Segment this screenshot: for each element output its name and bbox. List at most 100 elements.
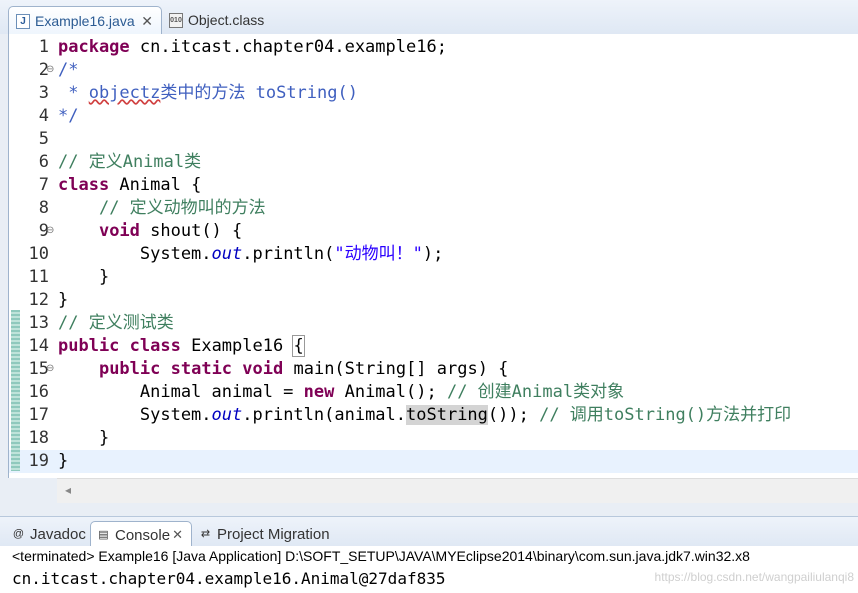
code-token: static (170, 359, 233, 379)
line-number: 1 (38, 37, 49, 57)
panel-tab-bar: @ Javadoc ▤ Console ✕ ⇄ Project Migratio… (0, 516, 858, 548)
code-token: package (58, 37, 130, 57)
code-line[interactable]: 3 * objectz类中的方法 toString() (9, 82, 858, 105)
code-text: public static void main(String[] args) { (58, 358, 508, 381)
fold-collapse-icon[interactable]: ⊖ (46, 64, 54, 75)
code-line[interactable]: 1 package cn.itcast.chapter04.example16; (9, 36, 858, 59)
code-token: { (292, 335, 305, 357)
tab-object-class[interactable]: 010 Object.class (162, 6, 302, 34)
tab-example16-java[interactable]: J Example16.java ✕ (8, 6, 162, 35)
code-text: // 定义Animal类 (58, 151, 201, 174)
code-token: Animal animal = (58, 382, 304, 402)
code-token: Animal { (109, 175, 202, 195)
code-token: */ (58, 106, 79, 126)
code-text: System.out.println("动物叫！"); (58, 243, 443, 266)
code-line[interactable]: 9 ⊖ void shout() { (9, 220, 858, 243)
code-token: System. (58, 405, 212, 425)
code-line[interactable]: 18 } (9, 427, 858, 450)
java-file-icon: J (16, 13, 30, 29)
code-text: package cn.itcast.chapter04.example16; (58, 36, 447, 59)
code-text: } (58, 289, 68, 312)
code-token: // 定义测试类 (58, 313, 174, 333)
close-icon[interactable]: ✕ (141, 13, 153, 30)
code-token: 类中的方法 toString() (160, 83, 358, 103)
code-text: System.out.println(animal.toString()); /… (58, 404, 791, 427)
change-ruler-marker (11, 310, 20, 471)
code-line[interactable]: 8 // 定义动物叫的方法 (9, 197, 858, 220)
code-line[interactable]: 16 Animal animal = new Animal(); // 创建An… (9, 381, 858, 404)
tab-label: Example16.java (35, 13, 135, 29)
console-view[interactable]: <terminated> Example16 [Java Application… (0, 546, 858, 593)
line-number: 7 (38, 175, 49, 195)
console-output[interactable]: cn.itcast.chapter04.example16.Animal@27d… (12, 568, 445, 590)
scroll-left-icon[interactable]: ◂ (65, 483, 71, 497)
code-text: } (58, 266, 109, 289)
line-number: 4 (38, 106, 49, 126)
code-line[interactable]: 10 System.out.println("动物叫！"); (9, 243, 858, 266)
code-token: cn.itcast.chapter04.example16; (129, 37, 447, 57)
code-token: .println( (242, 244, 335, 264)
horizontal-scrollbar[interactable]: ◂ (57, 478, 858, 503)
tab-project-migration[interactable]: ⇄ Project Migration (193, 521, 343, 547)
code-token: Animal(); (334, 382, 447, 402)
code-token: void (242, 359, 284, 379)
code-editor[interactable]: 1 package cn.itcast.chapter04.example16; 2… (8, 34, 858, 503)
code-token: } (58, 290, 69, 310)
code-text: class Animal { (58, 174, 201, 197)
code-line[interactable]: 6 // 定义Animal类 (9, 151, 858, 174)
tab-label: Object.class (188, 12, 265, 28)
fold-collapse-icon[interactable]: ⊖ (46, 225, 54, 236)
watermark: https://blog.csdn.net/wangpailiulanqi8 (654, 570, 854, 584)
code-token: ()); (487, 405, 540, 425)
code-line[interactable]: 11 } (9, 266, 858, 289)
code-text: public class Example16 { (58, 335, 305, 358)
code-line[interactable]: 5 (9, 128, 858, 151)
code-token: new (303, 382, 335, 402)
code-line[interactable]: 12} (9, 289, 858, 312)
line-number: 2 (38, 60, 49, 80)
code-token: * (58, 83, 89, 103)
code-token: shout() { (139, 221, 243, 241)
code-line[interactable]: 19} (9, 450, 858, 473)
code-text: * objectz类中的方法 toString() (58, 82, 358, 105)
code-token: main(String[] args) { (283, 359, 509, 379)
code-line[interactable]: 14 public class Example16 { (9, 335, 858, 358)
code-token: public (58, 336, 120, 356)
code-token: class (58, 175, 110, 195)
tab-console[interactable]: ▤ Console ✕ (90, 521, 192, 548)
code-token: public (98, 359, 161, 379)
console-status: <terminated> Example16 [Java Application… (12, 548, 750, 564)
line-number: 11 (28, 267, 49, 287)
line-number: 10 (28, 244, 49, 264)
tab-label: Project Migration (217, 525, 330, 543)
code-line[interactable]: 7 class Animal { (9, 174, 858, 197)
code-token: Example16 (180, 336, 294, 356)
code-line[interactable]: 17 System.out.println(animal.toString())… (9, 404, 858, 427)
tab-javadoc[interactable]: @ Javadoc (6, 521, 86, 547)
code-token: class (129, 336, 181, 356)
editor-tab-bar: J Example16.java ✕ 010 Object.class (0, 0, 858, 35)
code-line[interactable]: 13// 定义测试类 (9, 312, 858, 335)
line-number: 9 (38, 221, 49, 241)
code-token: objectz (88, 83, 161, 103)
code-line[interactable]: 2 ⊖ /* (9, 59, 858, 82)
close-icon[interactable]: ✕ (172, 527, 183, 543)
code-text: } (58, 450, 68, 473)
code-text: void shout() { (58, 220, 242, 243)
code-token: /* (58, 60, 79, 80)
console-icon: ▤ (98, 528, 109, 541)
code-token: // 创建Animal类对象 (446, 382, 625, 402)
class-file-icon: 010 (169, 12, 183, 28)
fold-collapse-icon[interactable]: ⊖ (46, 363, 54, 374)
code-line[interactable]: 4 */ (9, 105, 858, 128)
code-line[interactable]: 15 ⊖ public static void main(String[] arg… (9, 358, 858, 381)
line-number: 12 (28, 290, 49, 310)
code-text: // 定义动物叫的方法 (58, 197, 266, 220)
code-token: System. (58, 244, 212, 264)
